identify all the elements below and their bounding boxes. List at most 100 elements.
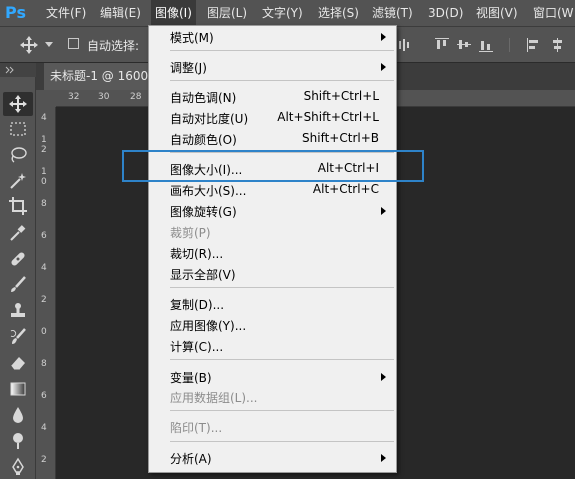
menu-item-label: 陷印(T)... [170,421,223,435]
menu-item-calculations[interactable]: 计算(C)... [149,335,396,356]
menu-item-apply-image[interactable]: 应用图像(Y)... [149,314,396,335]
tools-panel [0,63,36,479]
auto-select-checkbox[interactable] [68,38,79,49]
submenu-arrow-icon [381,63,386,71]
move-tool-preset-icon[interactable] [19,35,39,55]
eraser-icon[interactable] [8,353,28,373]
menu-image[interactable]: 图像(I) [151,0,196,26]
menu-item-duplicate[interactable]: 复制(D)... [149,293,396,314]
menu-item-label: 计算(C)... [170,340,224,354]
submenu-arrow-icon [381,33,386,41]
menu-item-trap: 陷印(T)... [149,416,396,437]
menu-item-label: 自动颜色(O) [170,133,237,147]
gradient-icon[interactable] [8,379,28,399]
ruler-tick-label: 8 [41,199,47,209]
menu-item-label: 自动色调(N) [170,91,237,105]
menu-separator [170,287,394,288]
menu-separator [170,359,394,360]
menu-edit[interactable]: 编辑(E) [100,0,141,26]
ruler-tick-label: 32 [68,92,80,102]
menu-item-adjustments[interactable]: 调整(J) [149,56,396,77]
menu-item-auto-color[interactable]: 自动颜色(O) Shift+Ctrl+B [149,128,396,149]
ruler-tick-label: 30 [98,92,110,102]
menu-type[interactable]: 文字(Y) [262,0,303,26]
image-menu-dropdown: 模式(M) 调整(J) 自动色调(N) Shift+Ctrl+L 自动对比度(U… [148,25,397,473]
eyedropper-icon[interactable] [8,223,28,243]
divider-icon [502,37,518,53]
menu-item-label: 分析(A) [170,452,212,466]
menu-item-label: 模式(M) [170,31,214,45]
menu-item-label: 图像旋转(G) [170,205,237,219]
chevron-down-icon[interactable] [45,42,53,47]
menu-window[interactable]: 窗口(W [533,0,574,26]
history-brush-icon[interactable] [8,327,28,347]
ruler-tick-label: 2 [41,295,47,305]
align-bottom-icon[interactable] [478,37,494,53]
ruler-tick-label: 4 [41,423,47,433]
menu-item-auto-contrast[interactable]: 自动对比度(U) Alt+Shift+Ctrl+L [149,107,396,128]
menu-item-shortcut: Shift+Ctrl+L [303,89,379,103]
ruler-tick-label: 0 [41,177,47,187]
ruler-tick-label: 1 [41,135,47,145]
menu-3d[interactable]: 3D(D) [428,0,463,26]
align-left-icon[interactable] [526,37,542,53]
menu-item-apply-data-set: 应用数据组(L)... [149,386,396,407]
menu-item-mode[interactable]: 模式(M) [149,26,396,47]
menu-separator [170,50,394,51]
ruler-tick-label: 8 [41,359,47,369]
ruler-tick-label: 1 [41,167,47,177]
align-center-icon[interactable] [550,37,566,53]
ruler-tick-label: 6 [41,231,47,241]
ruler-tick-label: 0 [41,327,47,337]
clone-stamp-icon[interactable] [8,301,28,321]
align-top-icon[interactable] [434,37,450,53]
menu-view[interactable]: 视图(V) [476,0,518,26]
vertical-ruler[interactable]: 4 1 2 1 0 8 6 4 2 0 8 6 4 2 [36,107,56,479]
ruler-tick-label: 28 [130,92,142,102]
ruler-tick-label: 4 [41,263,47,273]
menu-item-variables[interactable]: 变量(B) [149,366,396,387]
ruler-tick-label: 2 [41,145,47,155]
menu-filter[interactable]: 滤镜(T) [372,0,413,26]
image-size-highlight-box [122,150,424,182]
brush-icon[interactable] [8,275,28,295]
menu-item-label: 变量(B) [170,371,212,385]
menu-item-label: 显示全部(V) [170,268,236,282]
submenu-arrow-icon [381,373,386,381]
menu-item-label: 复制(D)... [170,298,225,312]
menu-item-label: 自动对比度(U) [170,112,249,126]
menu-file[interactable]: 文件(F) [46,0,86,26]
menu-separator [170,80,394,81]
dodge-icon[interactable] [8,431,28,451]
menu-bar: Ps 文件(F) 编辑(E) 图像(I) 图层(L) 文字(Y) 选择(S) 滤… [0,0,575,26]
menu-select[interactable]: 选择(S) [318,0,359,26]
menu-item-label: 调整(J) [170,61,207,75]
submenu-arrow-icon [381,454,386,462]
menu-item-shortcut: Alt+Shift+Ctrl+L [277,110,379,124]
menu-item-label: 应用数据组(L)... [170,391,258,405]
menu-item-shortcut: Alt+Ctrl+C [312,182,379,196]
menu-separator [170,441,394,442]
move-tool[interactable] [3,92,33,116]
menu-item-reveal-all[interactable]: 显示全部(V) [149,263,396,284]
submenu-arrow-icon [381,207,386,215]
tools-panel-header[interactable] [0,63,36,77]
menu-item-auto-tone[interactable]: 自动色调(N) Shift+Ctrl+L [149,86,396,107]
blur-icon[interactable] [8,405,28,425]
crop-icon[interactable] [8,196,28,216]
lasso-icon[interactable] [8,145,28,165]
menu-item-label: 裁剪(P) [170,226,211,240]
marquee-icon[interactable] [8,119,28,139]
align-middle-icon[interactable] [456,37,472,53]
auto-select-label: 自动选择: [87,39,140,53]
menu-item-trim[interactable]: 裁切(R)... [149,242,396,263]
ruler-origin[interactable] [36,90,56,107]
menu-item-analysis[interactable]: 分析(A) [149,447,396,468]
menu-layer[interactable]: 图层(L) [207,0,247,26]
pen-icon[interactable] [8,457,28,477]
align-icon[interactable] [398,37,414,53]
menu-item-image-rotation[interactable]: 图像旋转(G) [149,200,396,221]
healing-brush-icon[interactable] [8,249,28,269]
menu-item-canvas-size[interactable]: 画布大小(S)... Alt+Ctrl+C [149,179,396,200]
magic-wand-icon[interactable] [8,171,28,191]
